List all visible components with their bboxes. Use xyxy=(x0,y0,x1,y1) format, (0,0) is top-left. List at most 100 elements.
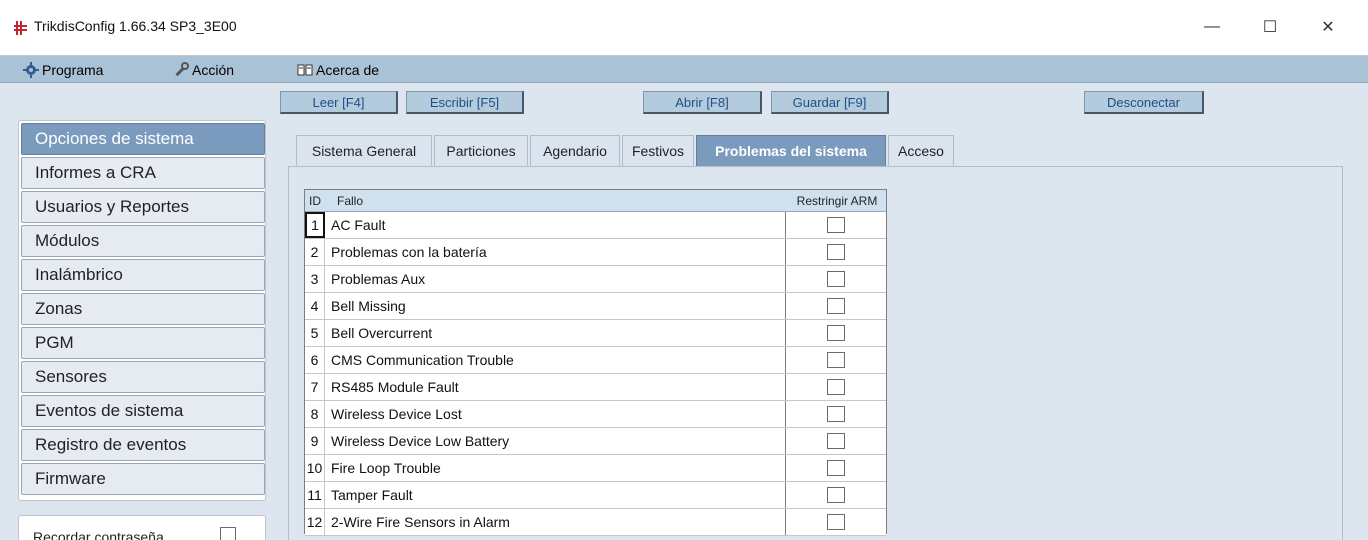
minimize-icon: — xyxy=(1204,18,1220,35)
row-fault[interactable]: 2-Wire Fire Sensors in Alarm xyxy=(325,509,786,535)
row-restrict-cell xyxy=(786,212,886,238)
sidebar-item-inalambrico[interactable]: Inalámbrico xyxy=(21,259,265,291)
restrict-arm-checkbox[interactable] xyxy=(827,460,845,476)
row-id[interactable]: 8 xyxy=(305,401,325,427)
table-row[interactable]: 3 Problemas Aux xyxy=(305,266,886,293)
table-row[interactable]: 4 Bell Missing xyxy=(305,293,886,320)
table-row[interactable]: 8 Wireless Device Lost xyxy=(305,401,886,428)
minimize-button[interactable]: — xyxy=(1192,12,1232,42)
close-button[interactable]: ✕ xyxy=(1308,12,1348,42)
row-id[interactable]: 6 xyxy=(305,347,325,373)
grid-header: ID Fallo Restringir ARM xyxy=(305,190,886,212)
sidebar-item-pgm[interactable]: PGM xyxy=(21,327,265,359)
menu-bar: Programa Acción Acerca de xyxy=(0,56,1368,83)
row-fault[interactable]: AC Fault xyxy=(325,212,786,238)
tab-agendario[interactable]: Agendario xyxy=(530,135,620,166)
write-button[interactable]: Escribir [F5] xyxy=(406,91,524,114)
tab-festivos[interactable]: Festivos xyxy=(622,135,694,166)
restrict-arm-checkbox[interactable] xyxy=(827,352,845,368)
row-id[interactable]: 4 xyxy=(305,293,325,319)
restrict-arm-checkbox[interactable] xyxy=(827,514,845,530)
row-id[interactable]: 10 xyxy=(305,455,325,481)
table-row[interactable]: 1 AC Fault xyxy=(305,212,886,239)
sidebar-item-modulos[interactable]: Módulos xyxy=(21,225,265,257)
row-restrict-cell xyxy=(786,239,886,265)
table-row[interactable]: 11 Tamper Fault xyxy=(305,482,886,509)
restrict-arm-checkbox[interactable] xyxy=(827,487,845,503)
remember-password-label: Recordar contraseña xyxy=(33,529,164,540)
row-id[interactable]: 9 xyxy=(305,428,325,454)
restrict-arm-checkbox[interactable] xyxy=(827,433,845,449)
row-fault[interactable]: Wireless Device Lost xyxy=(325,401,786,427)
row-id[interactable]: 12 xyxy=(305,509,325,535)
table-row[interactable]: 6 CMS Communication Trouble xyxy=(305,347,886,374)
row-id[interactable]: 7 xyxy=(305,374,325,400)
row-id[interactable]: 5 xyxy=(305,320,325,346)
gear-icon xyxy=(22,61,39,78)
row-fault[interactable]: Problemas Aux xyxy=(325,266,786,292)
sidebar-item-firmware[interactable]: Firmware xyxy=(21,463,265,495)
faults-grid: ID Fallo Restringir ARM 1 AC Fault 2 Pro… xyxy=(304,189,887,536)
open-button[interactable]: Abrir [F8] xyxy=(643,91,762,114)
row-restrict-cell xyxy=(786,374,886,400)
table-row[interactable]: 12 2-Wire Fire Sensors in Alarm xyxy=(305,509,886,536)
wrench-icon xyxy=(172,61,189,78)
sidebar-item-opciones[interactable]: Opciones de sistema xyxy=(21,123,265,155)
sidebar-item-registro[interactable]: Registro de eventos xyxy=(21,429,265,461)
tab-sistema-general[interactable]: Sistema General xyxy=(296,135,432,166)
menu-accion[interactable]: Acción xyxy=(172,56,234,83)
table-row[interactable]: 2 Problemas con la batería xyxy=(305,239,886,266)
app-logo-icon xyxy=(14,20,28,36)
row-restrict-cell xyxy=(786,293,886,319)
table-row[interactable]: 9 Wireless Device Low Battery xyxy=(305,428,886,455)
maximize-icon: ☐ xyxy=(1262,19,1278,36)
row-id[interactable]: 1 xyxy=(305,212,325,238)
restrict-arm-checkbox[interactable] xyxy=(827,379,845,395)
restrict-arm-checkbox[interactable] xyxy=(827,271,845,287)
row-restrict-cell xyxy=(786,266,886,292)
row-id[interactable]: 3 xyxy=(305,266,325,292)
restrict-arm-checkbox[interactable] xyxy=(827,217,845,233)
sidebar-item-zonas[interactable]: Zonas xyxy=(21,293,265,325)
tab-problemas-sistema[interactable]: Problemas del sistema xyxy=(696,135,886,166)
menu-programa[interactable]: Programa xyxy=(22,56,103,83)
header-id: ID xyxy=(309,194,321,208)
maximize-button[interactable]: ☐ xyxy=(1250,12,1290,42)
row-fault[interactable]: Bell Missing xyxy=(325,293,786,319)
row-fault[interactable]: Wireless Device Low Battery xyxy=(325,428,786,454)
row-restrict-cell xyxy=(786,482,886,508)
tab-acceso[interactable]: Acceso xyxy=(888,135,954,166)
restrict-arm-checkbox[interactable] xyxy=(827,406,845,422)
read-button[interactable]: Leer [F4] xyxy=(280,91,398,114)
sidebar-item-eventos[interactable]: Eventos de sistema xyxy=(21,395,265,427)
table-row[interactable]: 5 Bell Overcurrent xyxy=(305,320,886,347)
sidebar-item-usuarios[interactable]: Usuarios y Reportes xyxy=(21,191,265,223)
row-restrict-cell xyxy=(786,455,886,481)
row-id[interactable]: 2 xyxy=(305,239,325,265)
close-icon: ✕ xyxy=(1321,19,1335,36)
restrict-arm-checkbox[interactable] xyxy=(827,325,845,341)
row-fault[interactable]: Fire Loop Trouble xyxy=(325,455,786,481)
remember-password-checkbox[interactable] xyxy=(220,527,236,540)
row-fault[interactable]: Tamper Fault xyxy=(325,482,786,508)
restrict-arm-checkbox[interactable] xyxy=(827,298,845,314)
menu-programa-label: Programa xyxy=(42,61,104,78)
disconnect-button[interactable]: Desconectar xyxy=(1084,91,1204,114)
row-fault[interactable]: Problemas con la batería xyxy=(325,239,786,265)
row-fault[interactable]: CMS Communication Trouble xyxy=(325,347,786,373)
row-restrict-cell xyxy=(786,428,886,454)
table-row[interactable]: 10 Fire Loop Trouble xyxy=(305,455,886,482)
tab-particiones[interactable]: Particiones xyxy=(434,135,528,166)
row-id[interactable]: 11 xyxy=(305,482,325,508)
menu-acerca[interactable]: Acerca de xyxy=(296,56,379,83)
sidebar-item-sensores[interactable]: Sensores xyxy=(21,361,265,393)
row-restrict-cell xyxy=(786,320,886,346)
restrict-arm-checkbox[interactable] xyxy=(827,244,845,260)
row-fault[interactable]: Bell Overcurrent xyxy=(325,320,786,346)
window-title: TrikdisConfig 1.66.34 SP3_3E00 xyxy=(34,18,237,34)
row-fault[interactable]: RS485 Module Fault xyxy=(325,374,786,400)
row-restrict-cell xyxy=(786,347,886,373)
save-button[interactable]: Guardar [F9] xyxy=(771,91,889,114)
table-row[interactable]: 7 RS485 Module Fault xyxy=(305,374,886,401)
sidebar-item-informes[interactable]: Informes a CRA xyxy=(21,157,265,189)
